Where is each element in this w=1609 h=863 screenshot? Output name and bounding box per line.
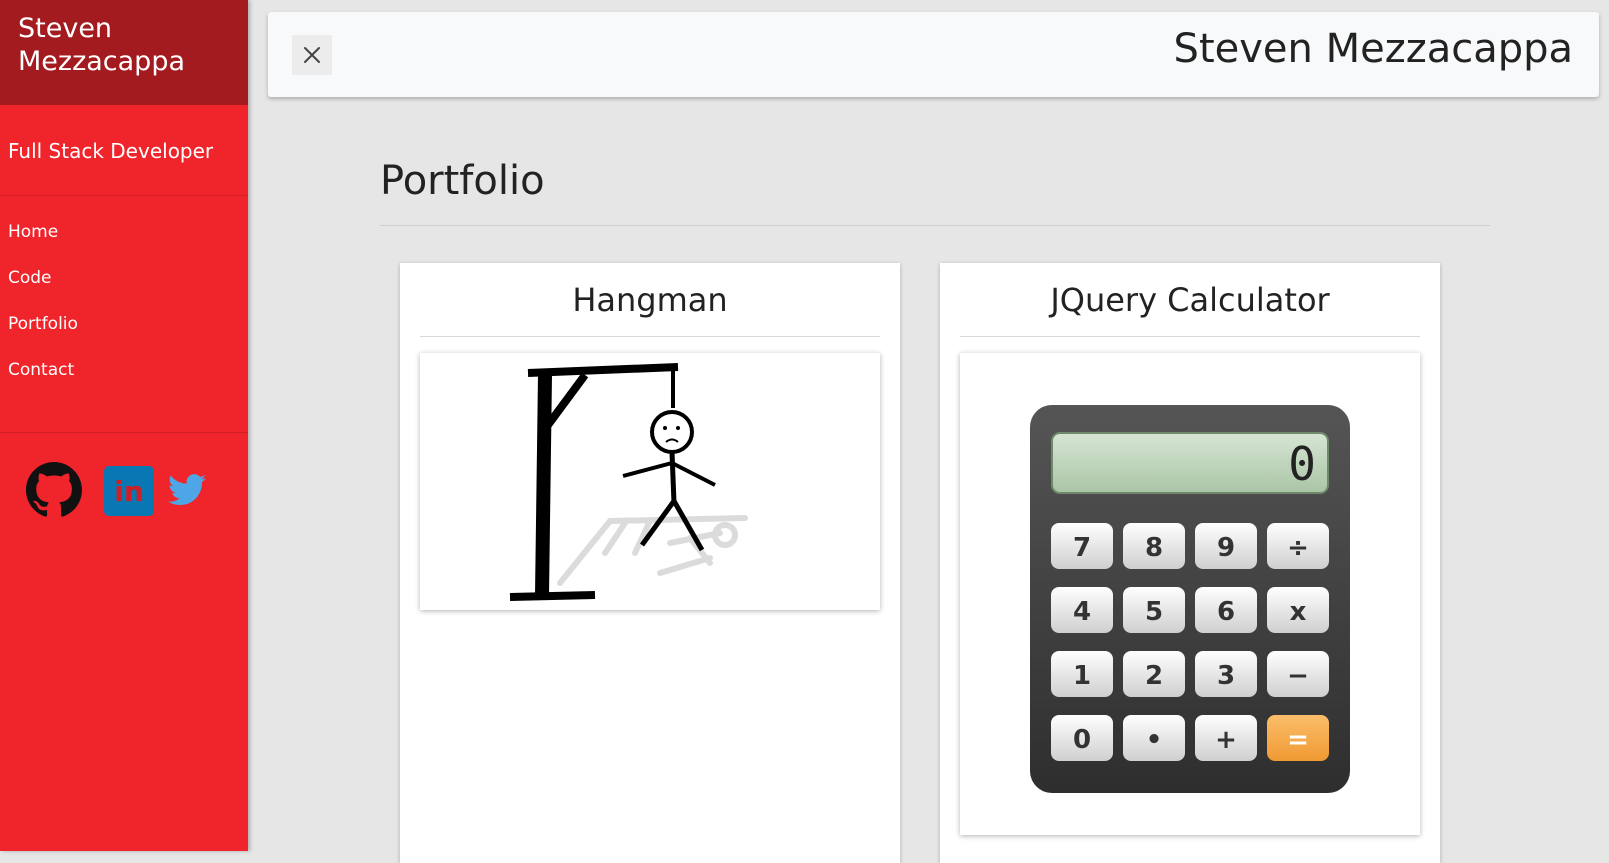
calculator-display: 0 <box>1288 437 1316 491</box>
calculator-key-label: 2 <box>1145 661 1163 691</box>
calculator-key-label: + <box>1215 725 1237 755</box>
nav-item-portfolio[interactable]: Portfolio <box>8 310 248 356</box>
linkedin-icon[interactable]: in <box>104 466 154 516</box>
nav-item-home[interactable]: Home <box>8 218 248 264</box>
github-icon[interactable] <box>26 462 82 518</box>
linkedin-text: in <box>114 475 144 508</box>
title-divider <box>380 225 1490 226</box>
nav-item-contact[interactable]: Contact <box>8 356 248 402</box>
calculator-key-label: 9 <box>1217 533 1235 563</box>
card-divider <box>960 336 1420 337</box>
calculator-key-label: 5 <box>1145 597 1163 627</box>
calculator-key-label: = <box>1287 725 1309 755</box>
calculator-key-label: x <box>1290 597 1307 627</box>
calculator-key-label: 4 <box>1073 597 1091 627</box>
calculator-key-label: − <box>1287 661 1309 691</box>
calculator-key-label: 6 <box>1217 597 1235 627</box>
brand-name-last: Mezzacappa <box>18 46 186 77</box>
brand-name-first: Steven <box>18 13 113 44</box>
nav-item-code[interactable]: Code <box>8 264 248 310</box>
calculator-key-label: 8 <box>1145 533 1163 563</box>
sidebar-nav: Home Code Portfolio Contact <box>0 196 248 433</box>
close-button[interactable] <box>292 35 332 75</box>
top-navbar: Steven Mezzacappa <box>268 12 1599 97</box>
calculator-key-label: 1 <box>1073 661 1091 691</box>
portfolio-card-hangman: Hangman <box>400 263 900 863</box>
page-title: Portfolio <box>380 158 545 204</box>
hangman-image[interactable] <box>420 353 880 610</box>
portfolio-card-calculator: JQuery Calculator 0 7 8 9 ÷ 4 5 6 x 1 2 … <box>940 263 1440 863</box>
navbar-title: Steven Mezzacappa <box>1173 26 1573 72</box>
card-title: JQuery Calculator <box>1050 281 1330 319</box>
brand-header[interactable]: Steven Mezzacappa <box>0 0 248 105</box>
tagline: Full Stack Developer <box>0 105 248 196</box>
calculator-key-label: 7 <box>1073 533 1091 563</box>
calculator-key-label: 3 <box>1217 661 1235 691</box>
social-links: in <box>0 433 248 553</box>
calculator-key-label: • <box>1146 725 1163 755</box>
card-title: Hangman <box>572 281 728 319</box>
calculator-key-label: ÷ <box>1287 533 1309 563</box>
sidebar: Steven Mezzacappa Full Stack Developer H… <box>0 0 248 851</box>
twitter-icon[interactable] <box>168 473 206 507</box>
card-divider <box>420 336 880 337</box>
close-icon <box>304 47 320 63</box>
calculator-key-label: 0 <box>1073 725 1091 755</box>
calculator-image[interactable]: 0 7 8 9 ÷ 4 5 6 x 1 2 3 − 0 • + = <box>960 353 1420 835</box>
